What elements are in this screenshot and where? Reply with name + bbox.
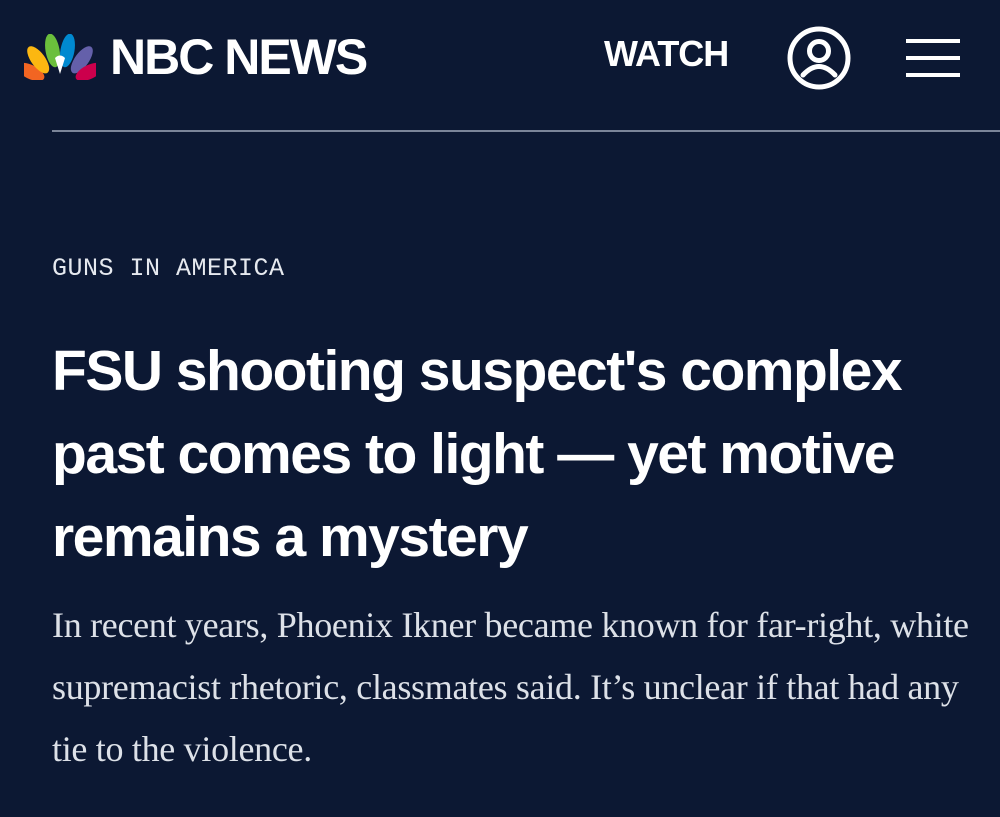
menu-icon[interactable]	[906, 36, 960, 80]
logo-text: NBC NEWS	[110, 29, 368, 85]
article-dek: In recent years, Phoenix Ikner became kn…	[52, 605, 969, 769]
site-header: NBC NEWS WATCH	[0, 0, 1000, 132]
nbc-news-logo[interactable]: NBC NEWS	[24, 29, 368, 85]
category-label[interactable]: GUNS IN AMERICA	[52, 254, 285, 284]
article-headline: FSU shooting suspect's complex past come…	[52, 339, 903, 569]
header-divider	[52, 130, 1000, 132]
watch-link[interactable]: WATCH	[604, 36, 729, 72]
account-icon[interactable]	[786, 25, 852, 91]
peacock-icon	[24, 34, 96, 80]
